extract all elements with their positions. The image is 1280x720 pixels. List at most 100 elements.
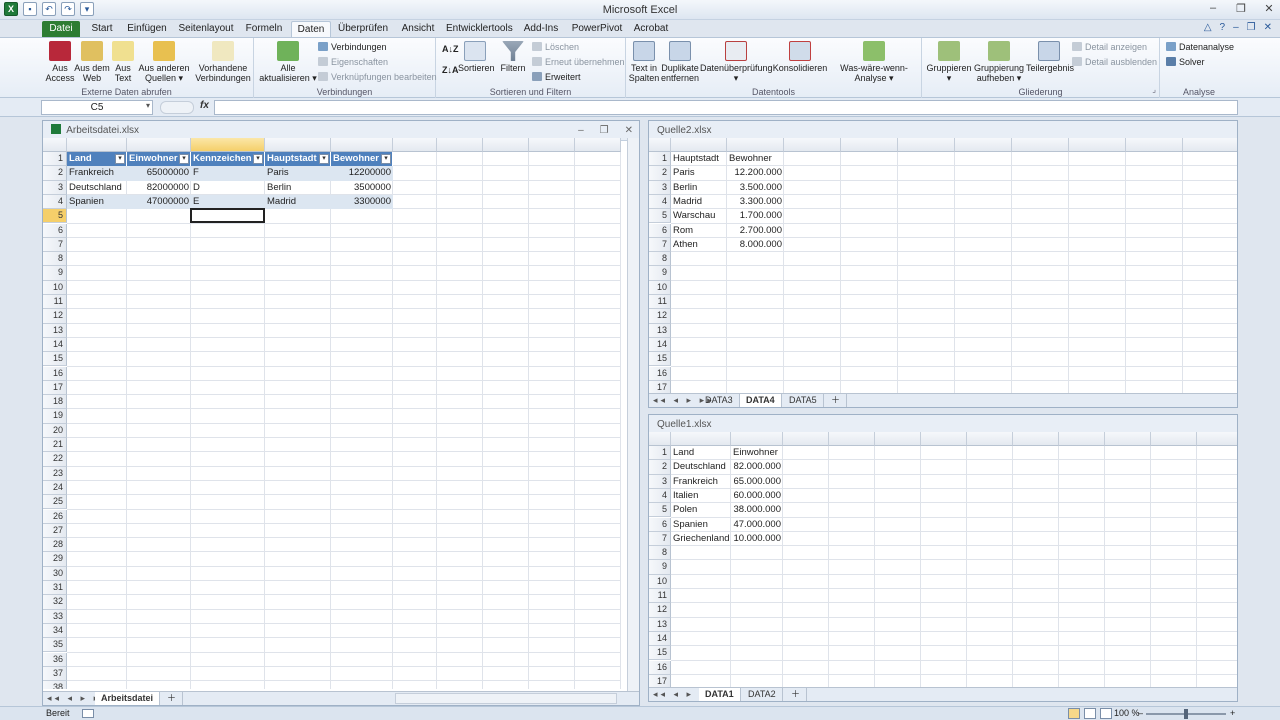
cell[interactable]: Rom [671,224,727,238]
row-header[interactable]: 2 [43,166,67,181]
cell[interactable]: 1.700.000 [727,209,784,223]
cell[interactable]: 10.000.000 [731,532,783,546]
row-header[interactable]: 15 [649,646,671,661]
worksheet-grid[interactable]: 1 2 3 4 5 6 7 8 9 10 11 12 13 14 15 16 17 Land Einwohner De… [649,432,1237,689]
column-header-c[interactable] [191,138,265,152]
column-header-a[interactable] [671,432,731,446]
row-header[interactable]: 10 [649,574,671,589]
tab-entwicklertools[interactable]: Entwicklertools [446,21,513,37]
cell[interactable]: Frankreich [67,166,127,180]
minimize-ribbon-icon[interactable]: △ [1204,22,1212,33]
clear-filter-button[interactable]: Löschen [532,41,579,53]
column-header-a[interactable] [671,138,727,152]
sheet-tab-data4[interactable]: DATA4 [740,394,782,407]
row-header[interactable]: 12 [649,603,671,618]
column-header-f[interactable] [955,138,1012,152]
row-header[interactable]: 8 [43,252,67,267]
row-header[interactable]: 4 [649,194,671,210]
row-header[interactable]: 14 [649,631,671,647]
tab-ueberpruefen[interactable]: Überprüfen [336,21,390,37]
row-header[interactable]: 9 [649,266,671,281]
hide-detail-button[interactable]: Detail ausblenden [1072,56,1157,68]
from-text-button[interactable]: Aus Text [110,41,136,83]
row-header[interactable]: 4 [649,488,671,504]
column-header-e[interactable] [898,138,955,152]
column-header-f[interactable] [921,432,967,446]
filter-dropdown-icon[interactable]: ▾ [115,154,125,164]
cell[interactable]: Spanien [67,195,127,209]
row-header[interactable]: 11 [649,295,671,310]
row-header[interactable]: 10 [649,280,671,295]
from-access-button[interactable]: Aus Access [44,41,76,83]
tab-seitenlayout[interactable]: Seitenlayout [176,21,236,37]
sort-za-icon[interactable]: Z↓A [442,64,459,76]
text-to-columns-button[interactable]: Text in Spalten [628,41,660,83]
connections-button[interactable]: Verbindungen [318,41,387,53]
cell[interactable]: 82.000.000 [731,460,783,474]
sheet-tab-data1[interactable]: DATA1 [699,688,741,701]
workbook-close-icon[interactable]: ✕ [1264,22,1272,33]
cell[interactable]: 2.700.000 [727,224,784,238]
row-header[interactable]: 38 [43,681,67,689]
page-layout-view-icon[interactable] [1084,708,1096,719]
row-header[interactable]: 8 [649,546,671,561]
cell[interactable]: 38.000.000 [731,503,783,517]
column-header-j[interactable] [1105,432,1151,446]
row-header[interactable]: 5 [649,503,671,518]
column-header-i[interactable] [1126,138,1183,152]
row-header[interactable]: 17 [43,380,67,396]
column-header-g[interactable] [437,138,483,152]
row-header[interactable]: 14 [43,337,67,353]
properties-button[interactable]: Eigenschaften [318,56,388,68]
select-all-corner[interactable] [43,138,67,152]
row-header[interactable]: 32 [43,595,67,610]
help-icon[interactable]: ? [1220,22,1226,33]
minimize-icon[interactable]: – [1206,2,1220,15]
row-header[interactable]: 13 [649,617,671,632]
row-header[interactable]: 37 [43,666,67,682]
cell[interactable]: Frankreich [671,475,731,489]
row-header[interactable]: 1 [649,446,671,461]
page-break-view-icon[interactable] [1100,708,1112,719]
row-header[interactable]: 3 [649,180,671,195]
solver-button[interactable]: Solver [1166,56,1205,68]
ungroup-button[interactable]: Gruppierung aufheben ▾ [972,41,1026,83]
row-header[interactable]: 31 [43,581,67,596]
workbook-restore-icon[interactable]: ❐ [1247,22,1256,33]
tab-formeln[interactable]: Formeln [242,21,286,37]
column-header-c[interactable] [784,138,841,152]
column-header-h[interactable] [1013,432,1059,446]
filter-button[interactable]: Filtern [498,41,528,73]
insert-sheet-icon[interactable]: ＋ [161,692,184,705]
row-header[interactable]: 2 [649,166,671,181]
row-header[interactable]: 14 [649,337,671,353]
column-header-d[interactable] [265,138,331,152]
filter-dropdown-icon[interactable]: ▾ [253,154,263,164]
reapply-button[interactable]: Erneut übernehmen [532,56,625,68]
cell[interactable]: Paris [671,166,727,180]
row-header[interactable]: 25 [43,495,67,510]
zoom-level[interactable]: 100 % [1114,707,1140,720]
worksheet-grid[interactable]: 1 2 3 4 5 6 7 8 9 10 11 12 13 14 15 16 17 Hauptstadt Bewoh… [649,138,1237,395]
row-header[interactable]: 1 [649,152,671,167]
tab-start[interactable]: Start [86,21,118,37]
column-header-j[interactable] [1183,138,1237,152]
cell[interactable]: 3.500.000 [727,181,784,195]
tab-addins[interactable]: Add-Ins [518,21,564,37]
what-if-analysis-button[interactable]: Was-wäre-wenn-Analyse ▾ [828,41,920,83]
row-header[interactable]: 11 [649,589,671,604]
consolidate-button[interactable]: Konsolidieren [772,41,828,73]
filter-dropdown-icon[interactable]: ▾ [319,154,329,164]
row-header[interactable]: 9 [43,266,67,281]
column-header-i[interactable] [529,138,575,152]
close-icon[interactable]: ✕ [1262,2,1276,15]
row-header[interactable]: 22 [43,452,67,467]
from-other-sources-button[interactable]: Aus anderen Quellen ▾ [138,41,190,83]
formula-input[interactable] [214,100,1238,115]
column-header-b[interactable] [727,138,784,152]
row-header[interactable]: 5 [43,209,67,224]
column-header-k[interactable] [1151,432,1197,446]
column-header-b[interactable] [127,138,191,152]
cell[interactable]: Hauptstadt [671,152,727,166]
worksheet-grid[interactable]: 1 2 3 4 5 6 7 8 9 10 11 12 13 14 15 16 17 18 19 20 21 22 23 24 2… [43,138,629,689]
